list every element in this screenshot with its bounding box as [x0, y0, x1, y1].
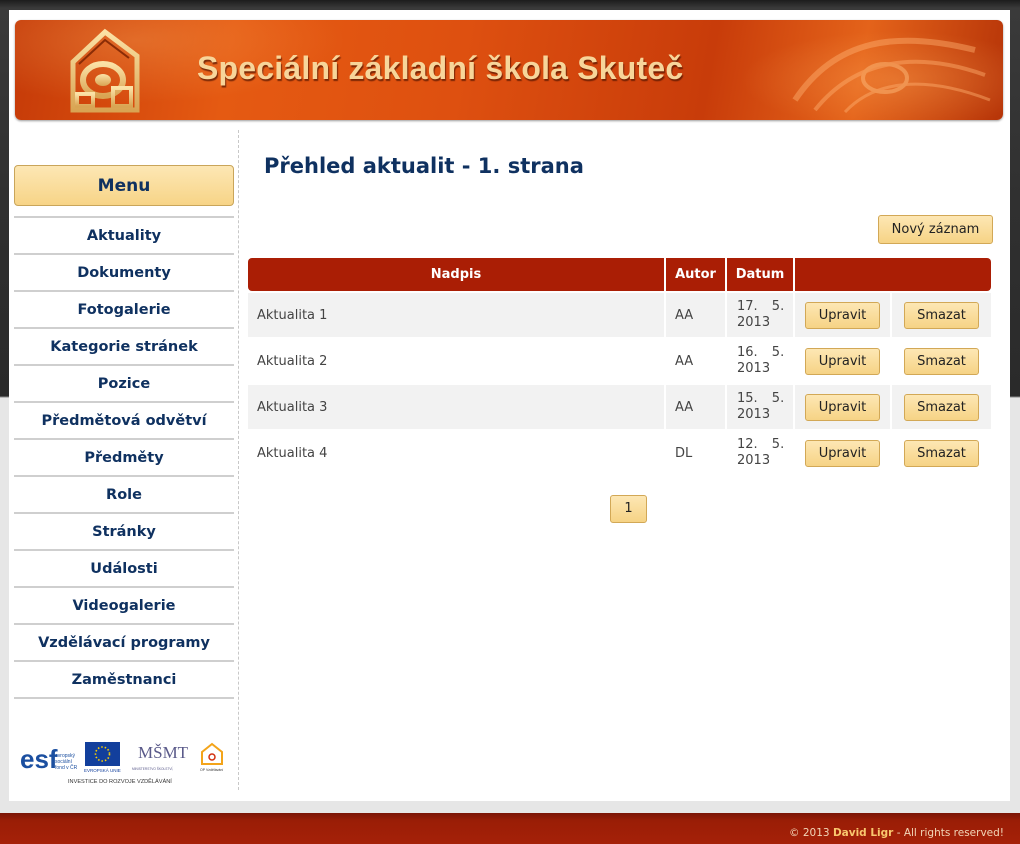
column-header-actions	[795, 258, 991, 291]
header-banner: Speciální základní škola Skuteč	[15, 20, 1003, 120]
row-delete-cell: Smazat	[892, 293, 991, 337]
table-row: Aktualita 3 AA 15. 5. 2013 Upravit Smaza…	[248, 385, 991, 429]
row-date: 17. 5. 2013	[727, 293, 793, 337]
menu-item-fotogalerie[interactable]: Fotogalerie	[14, 292, 234, 329]
edit-button[interactable]: Upravit	[805, 439, 880, 467]
footer-author: David Ligr	[832, 827, 894, 839]
pagination-page-1[interactable]: 1	[610, 495, 647, 523]
menu-header: Menu	[14, 165, 234, 206]
column-header-title: Nadpis	[248, 258, 664, 291]
edit-button[interactable]: Upravit	[805, 393, 880, 421]
funding-tagline: INVESTICE DO ROZVOJE VZDĚLÁVÁNÍ	[68, 777, 172, 785]
new-record-button[interactable]: Nový záznam	[878, 215, 993, 244]
footer: © 2013 David Ligr - All rights reserved!	[0, 813, 1020, 844]
menu-item-predmety[interactable]: Předměty	[14, 440, 234, 477]
svg-text:MINISTERSTVO ŠKOLSTVÍ,: MINISTERSTVO ŠKOLSTVÍ,	[132, 766, 173, 771]
table-row: Aktualita 4 DL 12. 5. 2013 Upravit Smaza…	[248, 431, 991, 475]
row-date: 15. 5. 2013	[727, 385, 793, 429]
page-container: Speciální základní škola Skuteč Menu Akt…	[9, 10, 1010, 801]
menu-item-aktuality[interactable]: Aktuality	[14, 218, 234, 255]
svg-text:OP Vzdělávání: OP Vzdělávání	[200, 768, 223, 772]
menu-item-videogalerie[interactable]: Videogalerie	[14, 588, 234, 625]
menu-item-pozice[interactable]: Pozice	[14, 366, 234, 403]
row-title: Aktualita 4	[248, 431, 664, 475]
column-header-author: Autor	[666, 258, 725, 291]
menu-list: Aktuality Dokumenty Fotogalerie Kategori…	[14, 216, 234, 699]
esf-logo-icon: esf evropský sociální fond v ČR	[20, 744, 78, 774]
delete-button[interactable]: Smazat	[904, 393, 979, 421]
eu-flag-icon: EVROPSKÁ UNIE	[84, 742, 121, 773]
row-author: AA	[666, 293, 725, 337]
table-header-row: Nadpis Autor Datum	[248, 258, 991, 291]
delete-button[interactable]: Smazat	[904, 347, 979, 375]
banner-decoration-icon	[792, 37, 991, 114]
menu-item-udalosti[interactable]: Události	[14, 551, 234, 588]
page-title: Přehled aktualit - 1. strana	[264, 154, 584, 178]
column-header-date: Datum	[727, 258, 793, 291]
footer-copyright: © 2013 David Ligr - All rights reserved!	[789, 827, 1004, 839]
svg-text:fond v ČR: fond v ČR	[55, 764, 78, 771]
row-title: Aktualita 3	[248, 385, 664, 429]
row-edit-cell: Upravit	[795, 293, 890, 337]
menu-item-vzdelavaci-programy[interactable]: Vzdělávací programy	[14, 625, 234, 662]
school-logo-icon	[70, 28, 140, 113]
menu-item-role[interactable]: Role	[14, 477, 234, 514]
row-edit-cell: Upravit	[795, 385, 890, 429]
table-row: Aktualita 1 AA 17. 5. 2013 Upravit Smaza…	[248, 293, 991, 337]
row-delete-cell: Smazat	[892, 385, 991, 429]
svg-text:esf: esf	[20, 744, 58, 774]
menu-item-dokumenty[interactable]: Dokumenty	[14, 255, 234, 292]
row-author: DL	[666, 431, 725, 475]
row-title: Aktualita 2	[248, 339, 664, 383]
row-delete-cell: Smazat	[892, 431, 991, 475]
menu-item-stranky[interactable]: Stránky	[14, 514, 234, 551]
delete-button[interactable]: Smazat	[904, 301, 979, 329]
edit-button[interactable]: Upravit	[805, 347, 880, 375]
sidebar: Menu Aktuality Dokumenty Fotogalerie Kat…	[14, 165, 234, 699]
menu-item-zamestnanci[interactable]: Zaměstnanci	[14, 662, 234, 699]
table-row: Aktualita 2 AA 16. 5. 2013 Upravit Smaza…	[248, 339, 991, 383]
delete-button[interactable]: Smazat	[904, 439, 979, 467]
sidebar-divider	[238, 130, 239, 790]
row-title: Aktualita 1	[248, 293, 664, 337]
footer-suffix: - All rights reserved!	[896, 827, 1004, 839]
row-author: AA	[666, 339, 725, 383]
site-title: Speciální základní škola Skuteč	[197, 50, 684, 86]
row-date: 16. 5. 2013	[727, 339, 793, 383]
row-delete-cell: Smazat	[892, 339, 991, 383]
footer-prefix: © 2013	[789, 827, 830, 839]
row-edit-cell: Upravit	[795, 339, 890, 383]
menu-item-predmetova-odvetvi[interactable]: Předmětová odvětví	[14, 403, 234, 440]
eu-funding-logos: esf evropský sociální fond v ČR EVROPSKÁ…	[20, 742, 223, 785]
menu-item-kategorie-stranek[interactable]: Kategorie stránek	[14, 329, 234, 366]
svg-text:EVROPSKÁ UNIE: EVROPSKÁ UNIE	[84, 767, 121, 773]
edit-button[interactable]: Upravit	[805, 301, 880, 329]
row-author: AA	[666, 385, 725, 429]
news-table: Nadpis Autor Datum Aktualita 1 AA 17. 5.…	[246, 256, 993, 477]
op-vk-logo-icon: OP Vzdělávání	[200, 742, 223, 772]
row-date: 12. 5. 2013	[727, 431, 793, 475]
msmt-logo-icon: MŠMT MINISTERSTVO ŠKOLSTVÍ,	[132, 743, 189, 771]
svg-text:MŠMT: MŠMT	[138, 743, 189, 762]
row-edit-cell: Upravit	[795, 431, 890, 475]
